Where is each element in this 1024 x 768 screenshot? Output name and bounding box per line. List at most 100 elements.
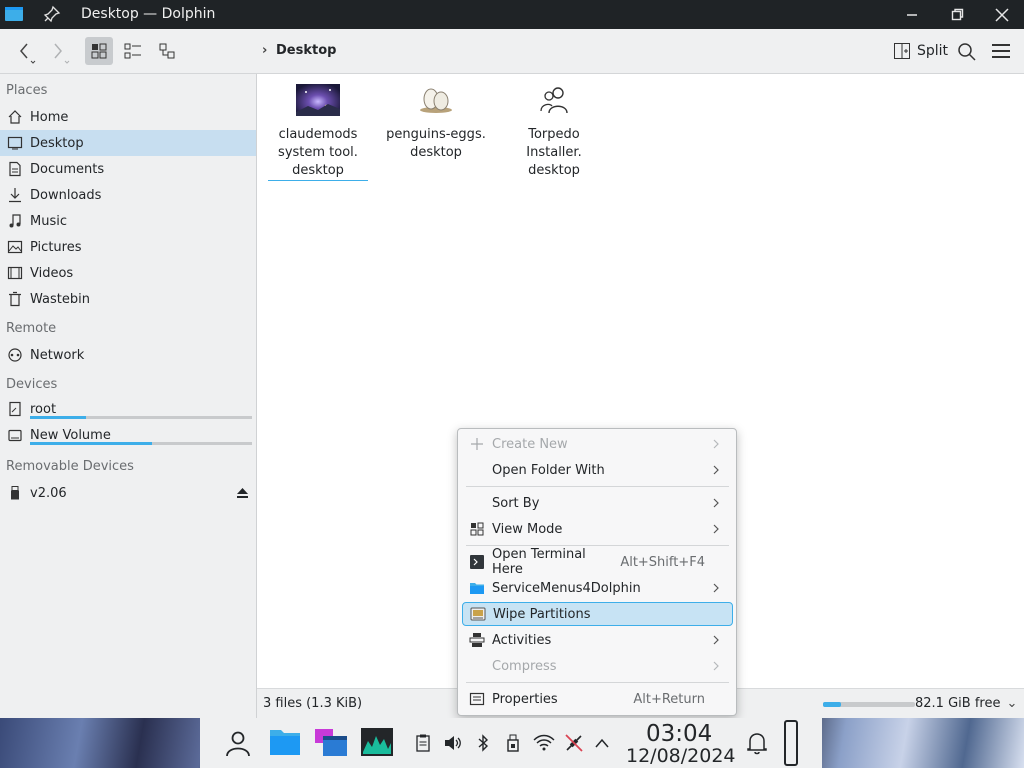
title-bar: Desktop — Dolphin: [0, 0, 1024, 29]
show-desktop-button[interactable]: [784, 720, 798, 766]
free-space-dropdown[interactable]: 82.1 GiB free ⌄: [915, 696, 1017, 711]
usb-device-icon[interactable]: [506, 734, 520, 752]
capacity-bar-root: [30, 416, 252, 419]
breadcrumb-desktop[interactable]: Desktop: [276, 43, 336, 58]
image-thumbnail: [296, 84, 340, 116]
menu-item-open-terminal-here[interactable]: Open Terminal Here Alt+Shift+F4: [462, 547, 733, 577]
taskbar: 03:04 12/08/2024: [200, 718, 822, 768]
wifi-icon[interactable]: [533, 734, 555, 752]
plus-icon: [471, 438, 483, 450]
file-item[interactable]: Torpedo Installer. desktop: [504, 84, 604, 180]
free-space-bar: [823, 702, 915, 707]
properties-icon: [469, 692, 485, 706]
eject-icon[interactable]: [236, 487, 249, 499]
home-icon: [8, 110, 22, 124]
menu-item-sort-by[interactable]: Sort By: [462, 491, 733, 515]
split-icon: [894, 43, 910, 59]
places-panel: Places Home Desktop Documents Downloads …: [0, 74, 257, 718]
sidebar-item-music[interactable]: Music: [0, 208, 256, 234]
maximize-icon[interactable]: [946, 4, 968, 26]
activities-icon: [469, 633, 485, 647]
menu-item-activities[interactable]: Activities: [462, 628, 733, 652]
notifications-bell-icon[interactable]: [746, 731, 768, 755]
remote-header: Remote: [6, 321, 57, 336]
free-space-label: 82.1 GiB free: [915, 696, 1001, 711]
file-name: Torpedo Installer. desktop: [526, 127, 582, 178]
sidebar-item-pictures[interactable]: Pictures: [0, 234, 256, 260]
sidebar-item-v206[interactable]: v2.06: [0, 480, 256, 506]
chevron-down-icon: ⌄: [1006, 696, 1018, 711]
file-name: penguins-eggs. desktop: [386, 127, 486, 160]
menu-separator: [466, 682, 729, 683]
menu-item-properties[interactable]: Properties Alt+Return: [462, 687, 733, 711]
sidebar-item-documents[interactable]: Documents: [0, 156, 256, 182]
chevron-up-icon[interactable]: [594, 736, 610, 750]
drive-icon: [9, 401, 21, 417]
menu-item-create-new[interactable]: Create New: [462, 432, 733, 456]
sidebar-item-label: Home: [30, 109, 69, 125]
menu-item-wipe-partitions[interactable]: Wipe Partitions: [462, 602, 733, 626]
menu-item-compress[interactable]: Compress: [462, 654, 733, 678]
sidebar-item-label: Videos: [30, 265, 74, 281]
icons-view-icon[interactable]: [85, 37, 113, 65]
sidebar-item-videos[interactable]: Videos: [0, 260, 256, 286]
split-button[interactable]: Split: [889, 37, 952, 65]
devices-header: Devices: [6, 377, 58, 392]
split-label: Split: [917, 43, 949, 59]
sidebar-item-home[interactable]: Home: [0, 104, 256, 130]
bluetooth-icon[interactable]: [476, 734, 490, 752]
sidebar-item-desktop[interactable]: Desktop: [0, 130, 256, 156]
network-disconnected-icon[interactable]: [564, 733, 584, 753]
clock-time[interactable]: 03:04: [646, 721, 712, 747]
drive-icon: [8, 429, 22, 442]
sidebar-item-label: Documents: [30, 161, 105, 177]
videos-icon: [7, 266, 23, 280]
sidebar-item-label: Network: [30, 347, 85, 363]
downloads-icon: [9, 188, 21, 203]
sidebar-item-label: Desktop: [30, 135, 84, 151]
sidebar-item-network[interactable]: Network: [0, 342, 256, 368]
window-title: Desktop — Dolphin: [81, 6, 216, 22]
chevron-right-icon: [713, 661, 719, 671]
file-manager-icon[interactable]: [269, 727, 301, 757]
search-icon[interactable]: [955, 37, 979, 65]
toolbar: › Desktop Split: [0, 29, 1024, 74]
sidebar-item-label: Music: [30, 213, 67, 229]
menu-separator: [466, 545, 729, 546]
sidebar-item-wastebin[interactable]: Wastebin: [0, 286, 256, 312]
wastebin-icon: [9, 291, 21, 307]
hamburger-menu-icon[interactable]: [990, 37, 1012, 65]
chevron-right-icon: ›: [262, 43, 268, 58]
task-switcher-icon[interactable]: [314, 727, 348, 757]
dolphin-app-icon[interactable]: [4, 5, 24, 23]
details-view-icon[interactable]: [153, 37, 181, 65]
close-icon[interactable]: [991, 4, 1013, 26]
menu-item-servicemenus4dolphin[interactable]: ServiceMenus4Dolphin: [462, 576, 733, 600]
shortcut-label: Alt+Shift+F4: [620, 554, 705, 570]
clock-date[interactable]: 12/08/2024: [626, 745, 736, 767]
desktop-icon: [7, 136, 23, 150]
user-icon[interactable]: [224, 729, 252, 757]
menu-item-view-mode[interactable]: View Mode: [462, 517, 733, 541]
system-monitor-icon[interactable]: [360, 727, 394, 757]
sidebar-item-label: New Volume: [30, 427, 111, 443]
volume-icon[interactable]: [444, 734, 462, 752]
context-menu: Create New Open Folder With Sort By View…: [457, 428, 737, 716]
menu-item-open-folder-with[interactable]: Open Folder With: [462, 458, 733, 482]
sidebar-item-downloads[interactable]: Downloads: [0, 182, 256, 208]
pin-icon[interactable]: [43, 5, 61, 23]
chevron-right-icon: [713, 583, 719, 593]
file-item[interactable]: claudemods system tool. desktop: [268, 84, 368, 181]
removable-devices-header: Removable Devices: [6, 459, 134, 474]
chevron-right-icon: [713, 439, 719, 449]
chevron-right-icon: [713, 465, 719, 475]
breadcrumb[interactable]: › Desktop: [262, 43, 336, 58]
status-summary: 3 files (1.3 KiB): [263, 696, 363, 711]
music-icon: [9, 214, 21, 228]
compact-view-icon[interactable]: [119, 37, 147, 65]
clipboard-icon[interactable]: [416, 734, 430, 752]
minimize-icon[interactable]: [901, 4, 923, 26]
file-item[interactable]: penguins-eggs. desktop: [386, 84, 486, 162]
back-icon[interactable]: [12, 37, 40, 65]
forward-icon[interactable]: [46, 37, 74, 65]
